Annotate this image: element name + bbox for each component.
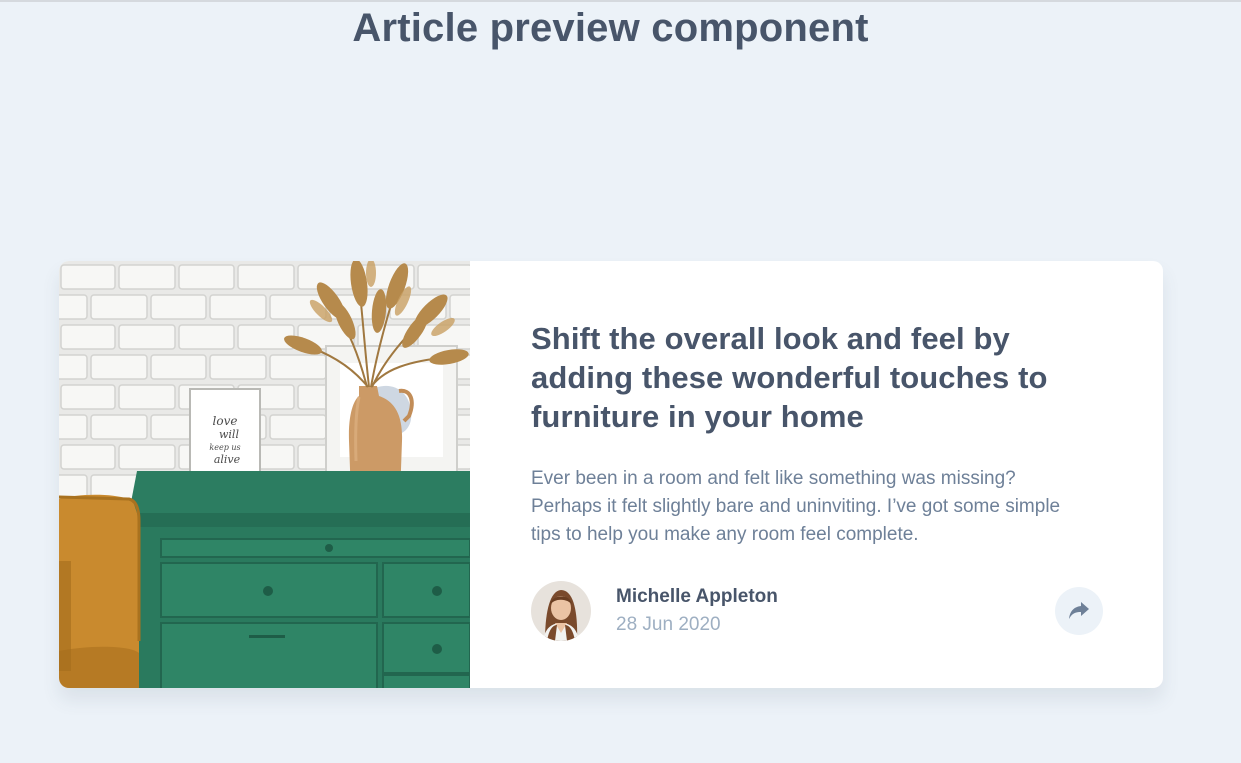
article-image: love will keep us alive <box>59 261 470 688</box>
article-card: love will keep us alive Shift the overal… <box>59 261 1163 688</box>
svg-text:will: will <box>219 428 239 441</box>
drawers-photo: love will keep us alive <box>59 261 470 688</box>
frame-quote: love <box>213 414 238 428</box>
author-info: Michelle Appleton 28 Jun 2020 <box>531 581 778 641</box>
article-headline[interactable]: Shift the overall look and feel by addin… <box>531 319 1091 436</box>
avatar <box>531 581 591 641</box>
page-title: Article preview component <box>352 6 869 50</box>
author-text: Michelle Appleton 28 Jun 2020 <box>616 583 778 639</box>
svg-text:keep us: keep us <box>209 443 240 452</box>
article-body: Shift the overall look and feel by addin… <box>470 261 1163 688</box>
author-date: 28 Jun 2020 <box>616 614 721 635</box>
share-button[interactable] <box>1055 587 1103 635</box>
article-excerpt: Ever been in a room and felt like someth… <box>531 468 1061 545</box>
share-icon <box>1069 602 1089 620</box>
avatar-photo <box>531 581 591 641</box>
svg-text:alive: alive <box>214 453 241 466</box>
author-name: Michelle Appleton <box>616 586 778 607</box>
